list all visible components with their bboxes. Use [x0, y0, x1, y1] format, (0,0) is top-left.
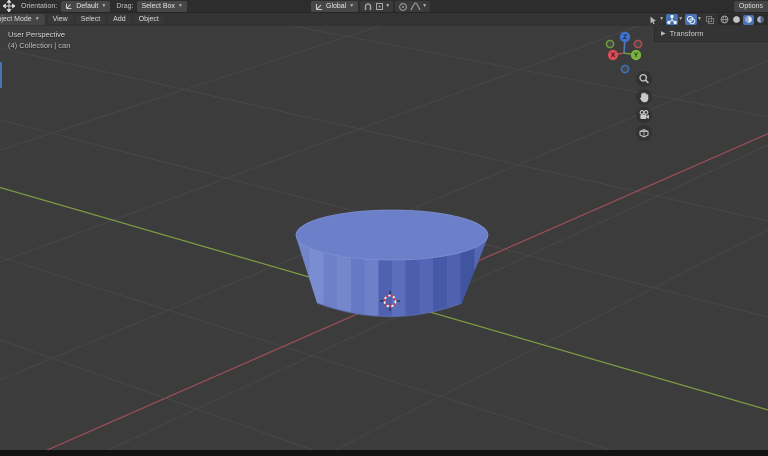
- move-tool-icon[interactable]: [3, 0, 15, 12]
- axis-y-label: Y: [634, 52, 639, 59]
- shading-wireframe-button[interactable]: [719, 15, 730, 25]
- show-gizmos-toggle[interactable]: [666, 14, 678, 25]
- snap-magnet-icon: [363, 2, 373, 12]
- chevron-down-icon: ▼: [385, 4, 390, 9]
- axis-z-label: Z: [623, 34, 627, 41]
- orientation-value: Default: [76, 3, 98, 10]
- can-object[interactable]: [296, 210, 488, 317]
- blender-window: Orientation: Default ▼ Drag: Select Box …: [0, 0, 768, 456]
- xray-icon: [705, 15, 715, 25]
- axis-neg-x-handle[interactable]: [634, 40, 641, 47]
- shading-rendered-icon: [756, 15, 765, 24]
- collection-breadcrumb: (4) Collection | can: [8, 40, 70, 51]
- status-bar: [0, 450, 768, 456]
- orientation-dropdown[interactable]: Default ▼: [61, 1, 110, 12]
- shading-solid-icon: [732, 15, 741, 24]
- orientation-label: Orientation:: [21, 3, 57, 10]
- show-overlays-toggle[interactable]: [685, 14, 697, 25]
- show-gizmos-icon: [667, 15, 677, 25]
- chevron-down-icon: ▼: [178, 4, 183, 9]
- pan-hand-icon: [638, 91, 650, 103]
- drag-label: Drag:: [116, 3, 133, 10]
- snap-settings-dropdown[interactable]: ▼: [375, 2, 390, 11]
- proportional-editing-button[interactable]: [398, 2, 408, 12]
- menu-add[interactable]: Add: [108, 15, 130, 24]
- chevron-down-icon: ▼: [101, 4, 106, 9]
- 3d-viewport[interactable]: User Perspective (4) Collection | can Z …: [0, 26, 768, 450]
- viewport-overlay-text: User Perspective (4) Collection | can: [8, 29, 70, 51]
- orthographic-grid-icon: [638, 127, 650, 139]
- camera-view-button[interactable]: [636, 107, 652, 123]
- shading-material-icon: [744, 15, 753, 24]
- shading-material-button[interactable]: [743, 15, 754, 25]
- chevron-down-icon: ▼: [697, 17, 702, 22]
- sidebar-transform-panel[interactable]: ▶ Transform: [654, 26, 768, 42]
- axis-neg-z-handle[interactable]: [621, 65, 628, 72]
- object-type-visibility-icon: [648, 15, 658, 25]
- zoom-icon: [638, 73, 650, 85]
- falloff-curve-icon: [410, 2, 421, 11]
- chevron-down-icon: ▼: [659, 17, 664, 22]
- proportional-falloff-dropdown[interactable]: ▼: [410, 2, 427, 11]
- viewport-header: Object Mode ▼ View Select Add Object ▼: [0, 13, 768, 26]
- menu-object[interactable]: Object: [134, 15, 164, 24]
- xray-toggle[interactable]: [704, 14, 716, 25]
- tool-settings-bar: Orientation: Default ▼ Drag: Select Box …: [0, 0, 768, 13]
- menu-view[interactable]: View: [48, 15, 73, 24]
- drag-value: Select Box: [141, 3, 174, 10]
- mode-dropdown[interactable]: Object Mode ▼: [0, 14, 45, 25]
- chevron-down-icon: ▼: [422, 4, 427, 9]
- zoom-button[interactable]: [636, 71, 652, 87]
- chevron-down-icon: ▼: [678, 17, 683, 22]
- pan-button[interactable]: [636, 89, 652, 105]
- orientation-icon: [65, 2, 73, 10]
- options-button[interactable]: Options: [734, 1, 768, 12]
- perspective-label: User Perspective: [8, 29, 70, 40]
- toolbar-region-handle[interactable]: [0, 62, 2, 88]
- proportional-editing-icon: [398, 2, 408, 12]
- axis-x-label: X: [611, 52, 616, 59]
- shading-wireframe-icon: [720, 15, 729, 24]
- snap-toggle-button[interactable]: [363, 2, 373, 12]
- viewport-shading-group: [718, 14, 767, 25]
- camera-view-icon: [638, 109, 650, 121]
- global-orientation-icon: [315, 3, 323, 11]
- chevron-down-icon: ▼: [35, 17, 40, 22]
- perspective-toggle-button[interactable]: [636, 125, 652, 141]
- shading-solid-button[interactable]: [731, 15, 742, 25]
- chevron-down-icon: ▼: [349, 4, 354, 9]
- viewport-nav-controls: [636, 71, 652, 141]
- mode-value: Object Mode: [0, 16, 32, 23]
- transform-orientation-value: Global: [326, 3, 346, 10]
- show-overlays-icon: [686, 15, 696, 25]
- collapse-arrow-icon: ▶: [661, 30, 666, 37]
- shading-rendered-button[interactable]: [755, 15, 766, 25]
- scene-canvas: [0, 26, 768, 450]
- snap-target-icon: [375, 2, 384, 11]
- object-type-visibility-button[interactable]: [647, 14, 659, 25]
- menu-select[interactable]: Select: [76, 15, 105, 24]
- sidebar-panel-label: Transform: [670, 29, 704, 38]
- axis-neg-y-handle[interactable]: [606, 40, 613, 47]
- transform-orientation-dropdown[interactable]: Global ▼: [311, 1, 358, 12]
- drag-dropdown[interactable]: Select Box ▼: [137, 1, 186, 12]
